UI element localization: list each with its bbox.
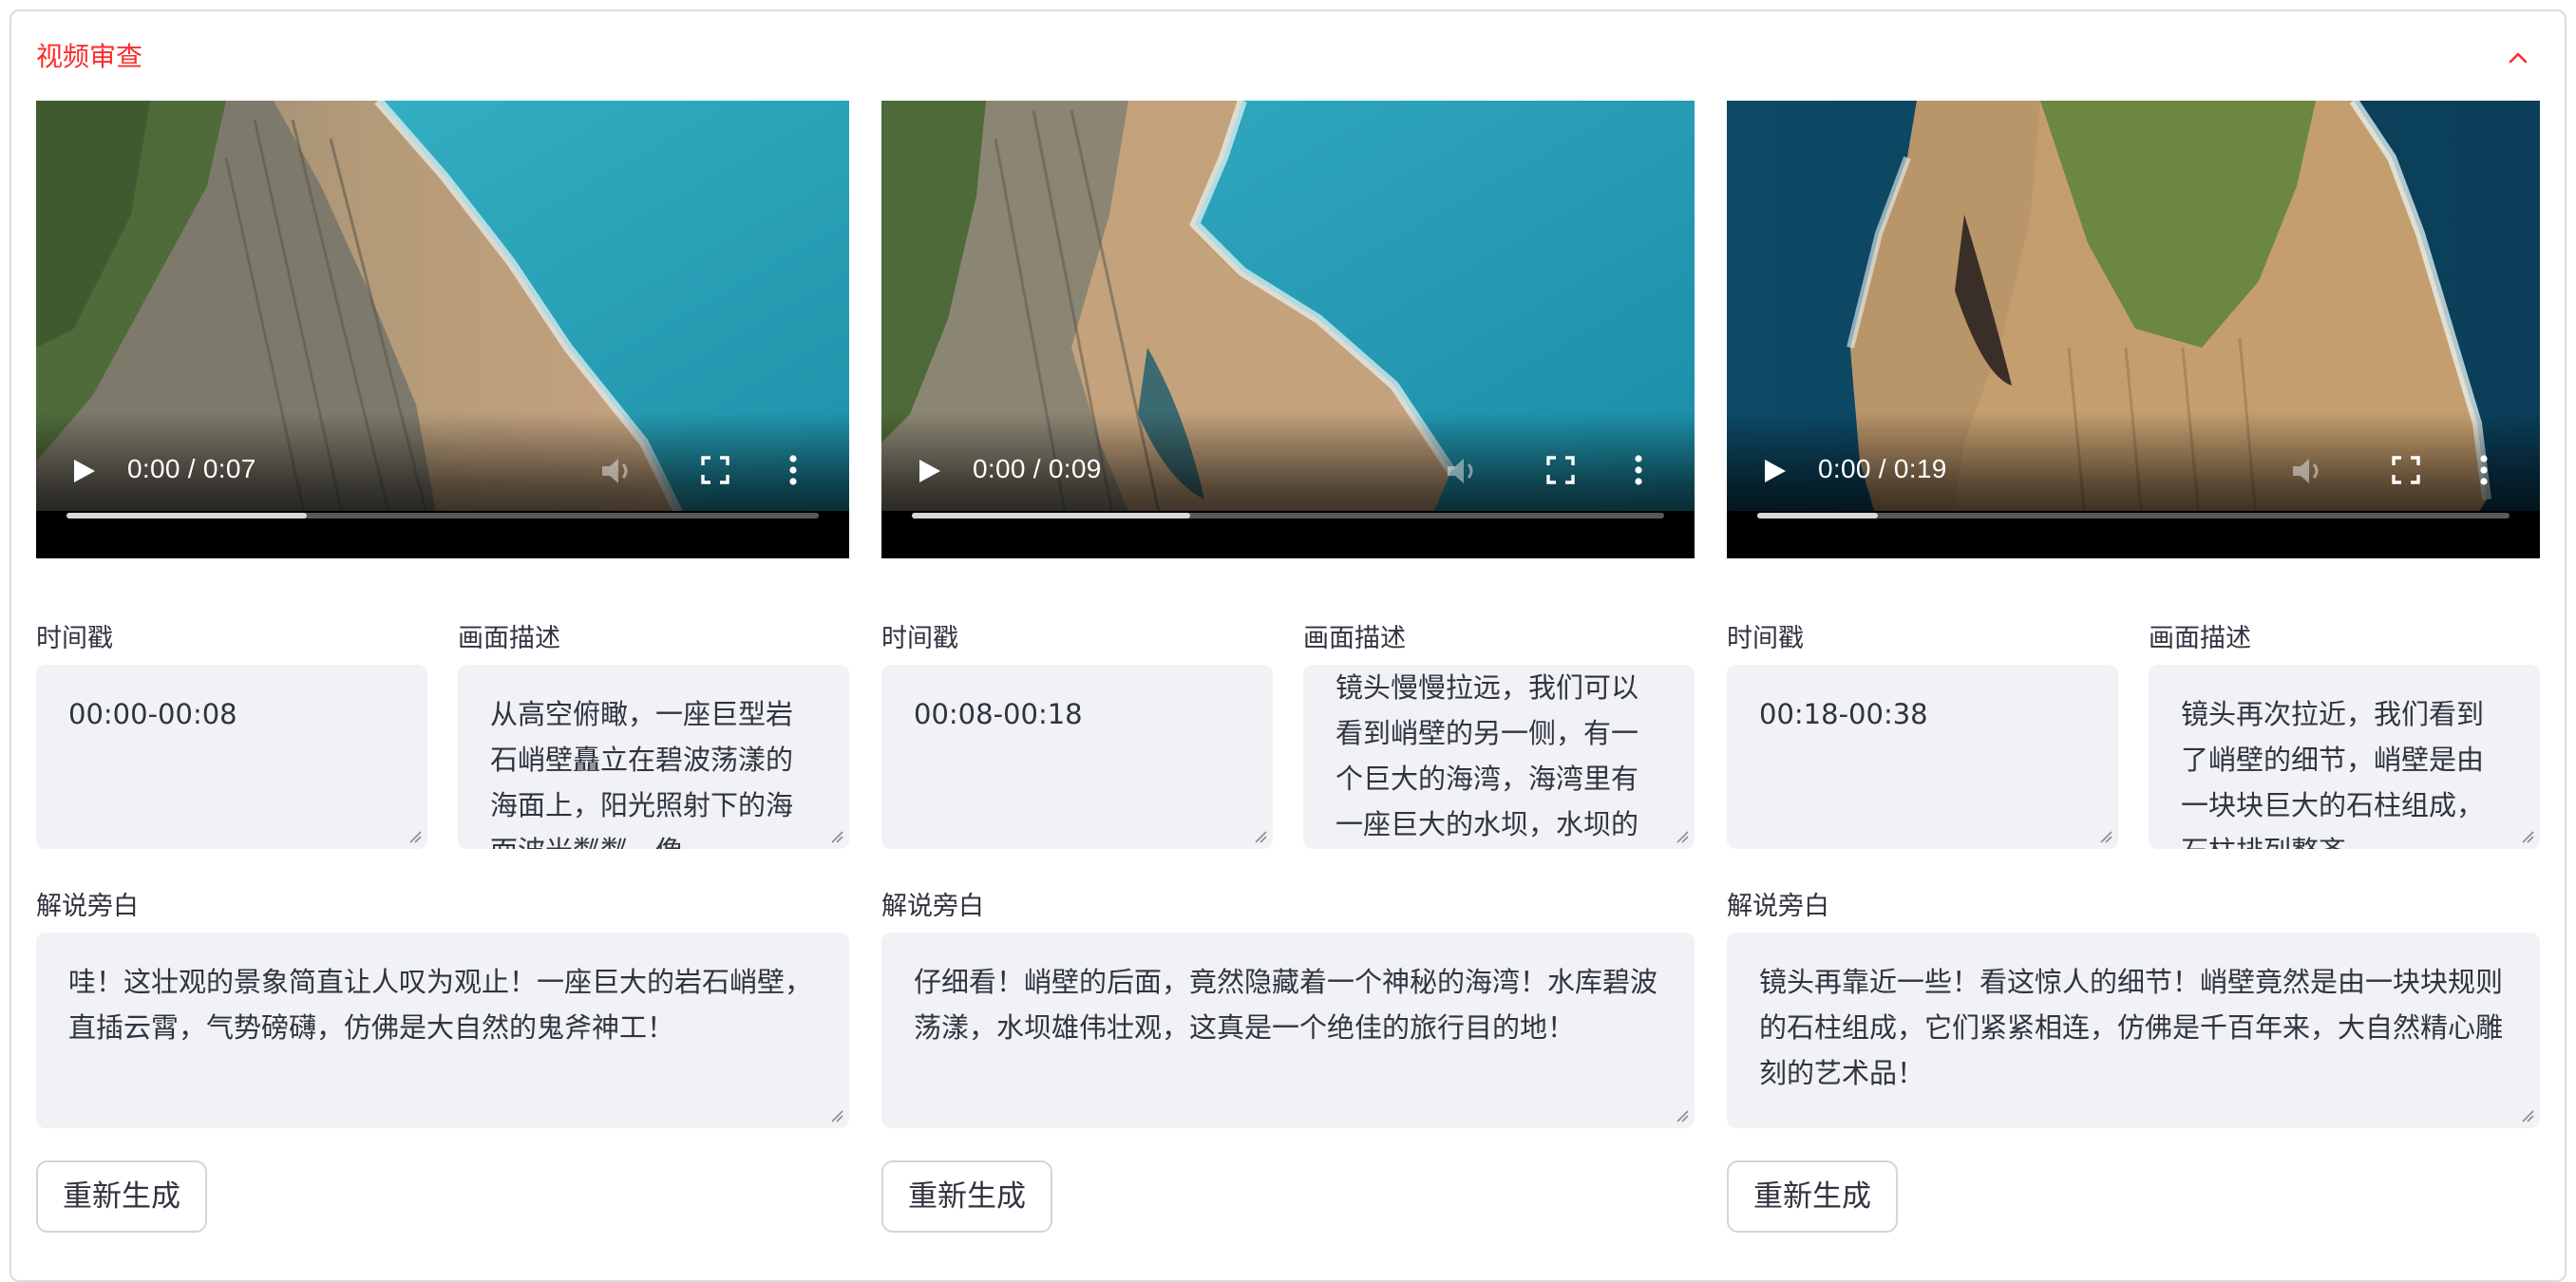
video-player[interactable]: 0:00 / 0:09 xyxy=(881,101,1695,558)
regenerate-button[interactable]: 重新生成 xyxy=(881,1160,1052,1233)
timestamp-value: 00:18-00:38 xyxy=(1759,698,1928,730)
timestamp-value: 00:08-00:18 xyxy=(914,698,1083,730)
resize-handle-icon[interactable] xyxy=(1676,1109,1689,1122)
description-label: 画面描述 xyxy=(2149,624,2251,653)
resize-handle-icon[interactable] xyxy=(1676,830,1689,843)
fullscreen-icon[interactable] xyxy=(1546,456,1575,484)
resize-handle-icon[interactable] xyxy=(2521,830,2534,843)
video-gradient xyxy=(881,101,1695,558)
expander-title: 视频审查 xyxy=(36,41,143,72)
description-textarea[interactable]: 从高空俯瞰，一座巨型岩石峭壁矗立在碧波荡漾的海面上，阳光照射下的海面波光粼粼，像 xyxy=(458,665,849,849)
description-value: 镜头慢慢拉远，我们可以看到峭壁的另一侧，有一个巨大的海湾，海湾里有一座巨大的水坝… xyxy=(1335,671,1639,840)
regenerate-button[interactable]: 重新生成 xyxy=(36,1160,207,1233)
fullscreen-icon[interactable] xyxy=(701,456,729,484)
narration-label: 解说旁白 xyxy=(36,892,139,921)
resize-handle-icon[interactable] xyxy=(2099,830,2112,843)
video-progress-bar[interactable] xyxy=(1757,513,2510,518)
timestamp-label: 时间戳 xyxy=(1727,624,1804,653)
volume-icon[interactable] xyxy=(600,456,635,486)
video-player[interactable]: 0:00 / 0:07 xyxy=(36,101,849,558)
resize-handle-icon[interactable] xyxy=(2521,1109,2534,1122)
description-value: 从高空俯瞰，一座巨型岩石峭壁矗立在碧波荡漾的海面上，阳光照射下的海面波光粼粼，像 xyxy=(490,698,794,849)
narration-value: 镜头再靠近一些！看这惊人的细节！峭壁竟然是由一块块规则的石柱组成，它们紧紧相连，… xyxy=(1759,966,2504,1089)
video-time: 0:00 / 0:09 xyxy=(973,454,1102,483)
timestamp-textarea[interactable]: 00:18-00:38 xyxy=(1727,665,2118,849)
description-textarea[interactable]: 镜头慢慢拉远，我们可以看到峭壁的另一侧，有一个巨大的海湾，海湾里有一座巨大的水坝… xyxy=(1303,665,1695,849)
description-label: 画面描述 xyxy=(1303,624,1406,653)
timestamp-textarea[interactable]: 00:08-00:18 xyxy=(881,665,1273,849)
video-review-expander: 视频审查 0:00 / 0:07 时间戳 画面描述 00:00-00:08 从高… xyxy=(9,9,2567,1282)
narration-textarea[interactable]: 镜头再靠近一些！看这惊人的细节！峭壁竟然是由一块块规则的石柱组成，它们紧紧相连，… xyxy=(1727,933,2540,1128)
description-value: 镜头再次拉近，我们看到了峭壁的细节，峭壁是由一块块巨大的石柱组成，石柱排列整齐 xyxy=(2181,698,2485,849)
more-options-icon[interactable] xyxy=(1634,454,1643,486)
video-player[interactable]: 0:00 / 0:19 xyxy=(1727,101,2540,558)
description-label: 画面描述 xyxy=(458,624,560,653)
more-options-icon[interactable] xyxy=(2479,454,2489,486)
timestamp-label: 时间戳 xyxy=(881,624,958,653)
video-gradient xyxy=(36,101,849,558)
resize-handle-icon[interactable] xyxy=(408,830,422,843)
timestamp-value: 00:00-00:08 xyxy=(68,698,237,730)
play-icon[interactable] xyxy=(70,458,97,484)
fullscreen-icon[interactable] xyxy=(2392,456,2420,484)
video-progress-fill xyxy=(912,513,1191,518)
narration-label: 解说旁白 xyxy=(881,892,984,921)
resize-handle-icon[interactable] xyxy=(830,830,843,843)
clip-column-2: 0:00 / 0:09 时间戳 画面描述 00:08-00:18 镜头慢慢拉远，… xyxy=(881,101,1695,1244)
narration-textarea[interactable]: 哇！这壮观的景象简直让人叹为观止！一座巨大的岩石峭壁，直插云霄，气势磅礴，仿佛是… xyxy=(36,933,849,1128)
volume-icon[interactable] xyxy=(1446,456,1480,486)
video-gradient xyxy=(1727,101,2540,558)
more-options-icon[interactable] xyxy=(788,454,798,486)
clip-column-3: 0:00 / 0:19 时间戳 画面描述 00:18-00:38 镜头再次拉近，… xyxy=(1727,101,2540,1244)
video-progress-fill xyxy=(1757,513,1878,518)
clip-column-1: 0:00 / 0:07 时间戳 画面描述 00:00-00:08 从高空俯瞰，一… xyxy=(36,101,849,1244)
play-icon[interactable] xyxy=(916,458,942,484)
video-progress-bar[interactable] xyxy=(66,513,819,518)
play-icon[interactable] xyxy=(1761,458,1788,484)
resize-handle-icon[interactable] xyxy=(1254,830,1267,843)
description-textarea[interactable]: 镜头再次拉近，我们看到了峭壁的细节，峭壁是由一块块巨大的石柱组成，石柱排列整齐 xyxy=(2149,665,2540,849)
video-time: 0:00 / 0:19 xyxy=(1818,454,1947,483)
narration-label: 解说旁白 xyxy=(1727,892,1829,921)
resize-handle-icon[interactable] xyxy=(830,1109,843,1122)
video-progress-bar[interactable] xyxy=(912,513,1664,518)
expander-header[interactable]: 视频审查 xyxy=(11,11,2565,97)
volume-icon[interactable] xyxy=(2291,456,2325,486)
video-progress-fill xyxy=(66,513,308,518)
narration-value: 仔细看！峭壁的后面，竟然隐藏着一个神秘的海湾！水库碧波荡漾，水坝雄伟壮观，这真是… xyxy=(914,966,1658,1044)
narration-value: 哇！这壮观的景象简直让人叹为观止！一座巨大的岩石峭壁，直插云霄，气势磅礴，仿佛是… xyxy=(68,966,813,1044)
video-time: 0:00 / 0:07 xyxy=(127,454,256,483)
chevron-up-icon[interactable] xyxy=(2506,46,2530,70)
narration-textarea[interactable]: 仔细看！峭壁的后面，竟然隐藏着一个神秘的海湾！水库碧波荡漾，水坝雄伟壮观，这真是… xyxy=(881,933,1695,1128)
timestamp-label: 时间戳 xyxy=(36,624,113,653)
timestamp-textarea[interactable]: 00:00-00:08 xyxy=(36,665,427,849)
regenerate-button[interactable]: 重新生成 xyxy=(1727,1160,1898,1233)
